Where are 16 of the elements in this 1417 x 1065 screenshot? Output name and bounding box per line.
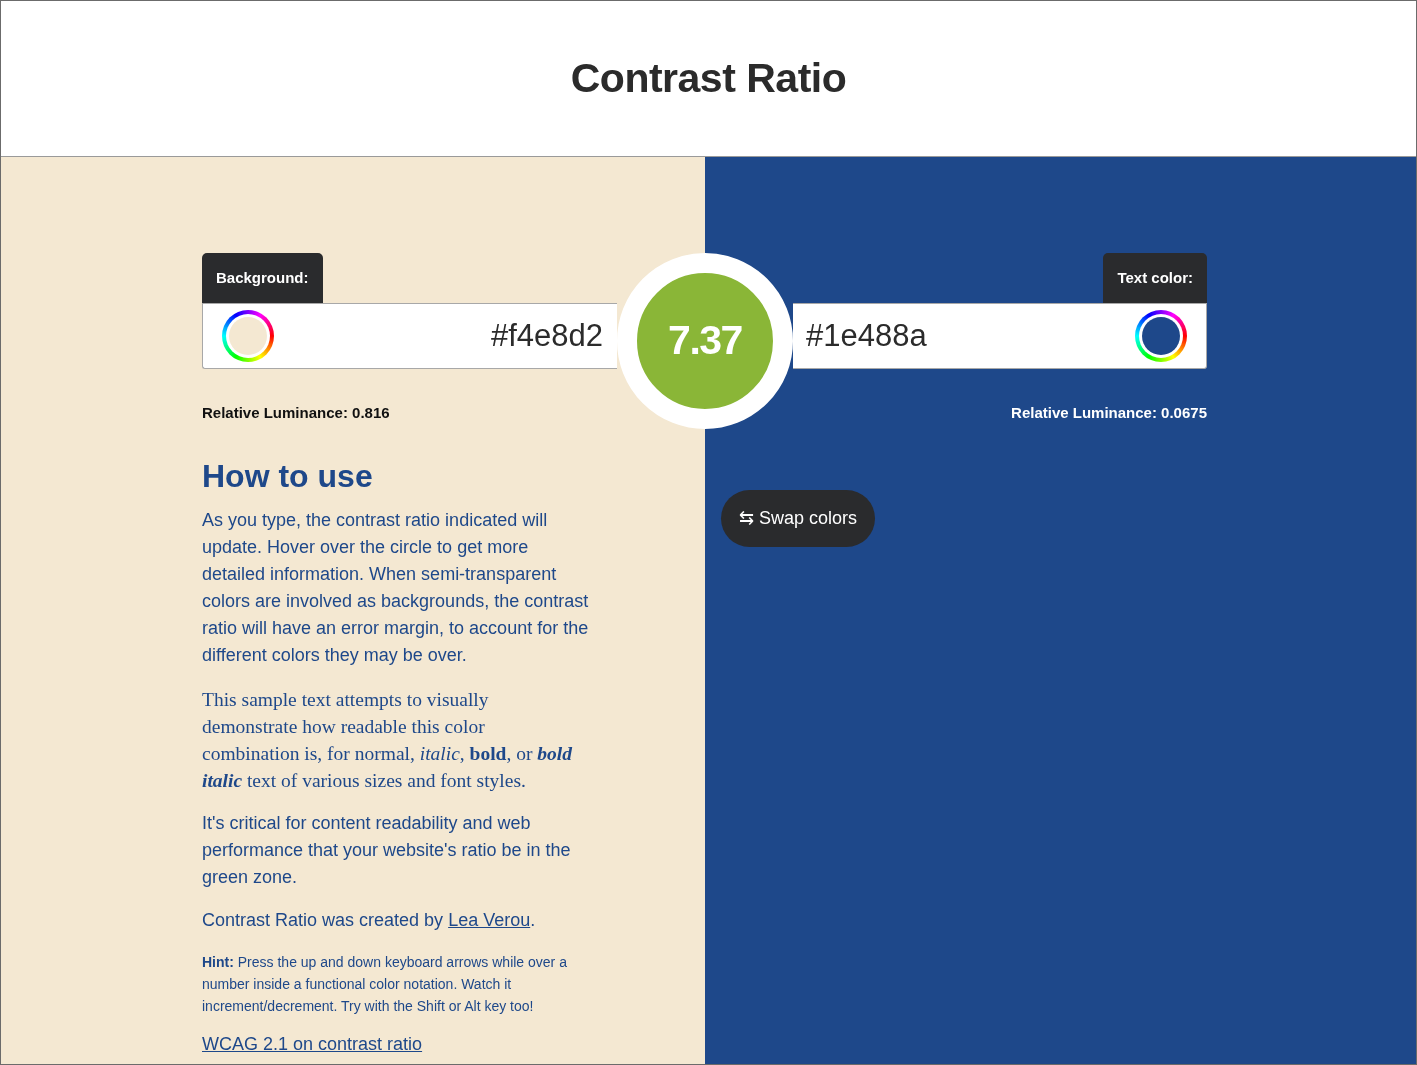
paragraph: As you type, the contrast ratio indicated will update. Hover over the circle to get more detailed information. When semi-transparent colors are involved as backgrounds, the contrast ratio will have an error margin, to account for the different colors they may be over. bbox=[202, 509, 590, 667]
wcag-link[interactable]: WCAG 2.1 on contrast ratio bbox=[202, 1031, 423, 1058]
paragraph: It's critical for content readability and web performance that your website's ratio be in the green zone. bbox=[202, 812, 572, 889]
swap-colors-button[interactable]: ⇆ Swap colors bbox=[721, 490, 876, 547]
page-title: Contrast Ratio bbox=[570, 53, 847, 103]
sample-text-paragraph: This sample text attempts to visually demonstrate how readable this color combination is, for normal, italic, bold, or bold italic text of various sizes and font styles. bbox=[202, 688, 573, 793]
relative-luminance-text: Relative Luminance: 0.816 bbox=[202, 404, 390, 422]
field-label: Text color: bbox=[1103, 253, 1207, 303]
relative-luminance-text: Relative Luminance: 0.0675 bbox=[1011, 404, 1207, 422]
hint-text: Hint: Press the up and down keyboard arrows while over a number inside a functional color notation. Watch it increment/decrement. Try with the Shift or Alt key too! bbox=[202, 953, 568, 1016]
section-heading: How to use bbox=[202, 457, 373, 495]
hex-color-field[interactable]: #f4e8d2 bbox=[202, 303, 617, 369]
field-label: Background: bbox=[202, 253, 323, 303]
hex-color-field[interactable]: #1e488a bbox=[793, 303, 1207, 369]
credit-text: Contrast Ratio was created by Lea Verou. bbox=[202, 909, 537, 932]
author-link[interactable]: Lea Verou bbox=[448, 910, 531, 930]
